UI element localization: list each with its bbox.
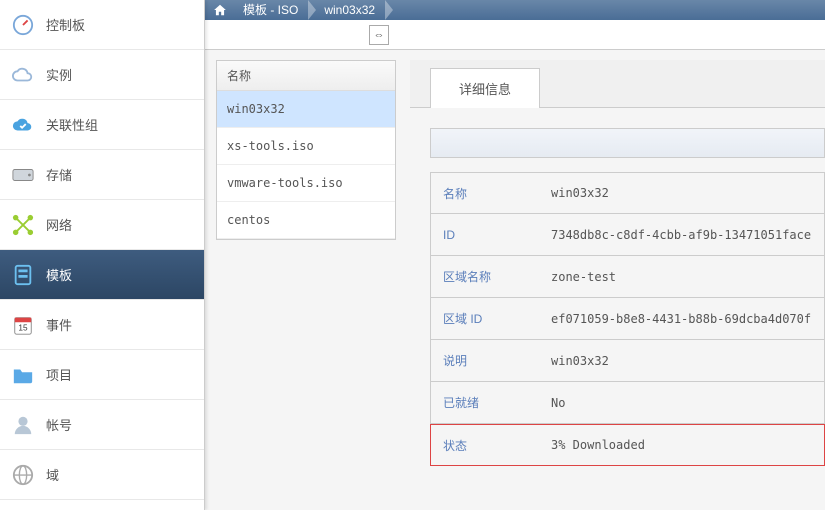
sidebar-item-network[interactable]: 网络 — [0, 200, 204, 250]
detail-value: win03x32 — [551, 354, 609, 368]
list-item[interactable]: win03x32 — [217, 91, 395, 128]
tab-details[interactable]: 详细信息 — [430, 68, 540, 108]
folder-icon — [12, 364, 34, 386]
sidebar-item-templates[interactable]: 模板 — [0, 250, 204, 300]
sidebar-item-label: 网络 — [46, 215, 72, 234]
detail-label: ID — [431, 228, 551, 242]
detail-row-zonename: 区域名称 zone-test — [430, 256, 825, 298]
detail-value: 3% Downloaded — [551, 438, 645, 452]
network-icon — [12, 214, 34, 236]
home-icon[interactable] — [205, 3, 235, 17]
detail-row-desc: 说明 win03x32 — [430, 340, 825, 382]
list-panel: 名称 win03x32 xs-tools.iso vmware-tools.is… — [216, 60, 396, 240]
sidebar-item-affinity[interactable]: 关联性组 — [0, 100, 204, 150]
detail-row-status: 状态 3% Downloaded — [430, 424, 825, 466]
breadcrumb: 模板 - ISO win03x32 — [205, 0, 825, 20]
drive-icon — [12, 164, 34, 186]
breadcrumb-seg-2[interactable]: win03x32 — [316, 0, 393, 20]
list-item[interactable]: vmware-tools.iso — [217, 165, 395, 202]
filter-row — [430, 128, 825, 158]
sidebar-item-label: 控制板 — [46, 15, 85, 34]
list-item[interactable]: xs-tools.iso — [217, 128, 395, 165]
detail-label: 区域名称 — [431, 268, 551, 285]
detail-row-id: ID 7348db8c-c8df-4cbb-af9b-13471051face — [430, 214, 825, 256]
sidebar-item-accounts[interactable]: 帐号 — [0, 400, 204, 450]
sidebar: 控制板 实例 关联性组 存储 网络 模板 15 事件 项目 帐号 域 — [0, 0, 205, 510]
sidebar-item-label: 事件 — [46, 315, 72, 334]
detail-value: ef071059-b8e8-4431-b88b-69dcba4d070f — [551, 312, 811, 326]
gauge-icon — [12, 14, 34, 36]
user-icon — [12, 414, 34, 436]
globe-icon — [12, 464, 34, 486]
detail-row-name: 名称 win03x32 — [430, 172, 825, 214]
sidebar-item-label: 帐号 — [46, 415, 72, 434]
sidebar-item-domains[interactable]: 域 — [0, 450, 204, 500]
sidebar-item-label: 存储 — [46, 165, 72, 184]
detail-value: No — [551, 396, 565, 410]
detail-label: 名称 — [431, 185, 551, 202]
detail-panel: 详细信息 名称 win03x32 ID 7348db8c-c8df-4cbb-a… — [410, 60, 825, 510]
detail-label: 说明 — [431, 352, 551, 369]
sidebar-item-dashboard[interactable]: 控制板 — [0, 0, 204, 50]
svg-text:15: 15 — [18, 323, 28, 332]
sidebar-item-label: 模板 — [46, 265, 72, 284]
list-header-name[interactable]: 名称 — [217, 61, 395, 91]
detail-row-ready: 已就绪 No — [430, 382, 825, 424]
sidebar-item-label: 域 — [46, 465, 59, 484]
expand-icon[interactable]: ⇔ — [369, 25, 389, 45]
template-icon — [12, 264, 34, 286]
sidebar-item-label: 关联性组 — [46, 115, 98, 134]
detail-value: 7348db8c-c8df-4cbb-af9b-13471051face — [551, 228, 811, 242]
detail-label: 已就绪 — [431, 394, 551, 411]
list-item[interactable]: centos — [217, 202, 395, 239]
toolbar: ⇔ — [205, 20, 825, 50]
calendar-icon: 15 — [12, 314, 34, 336]
detail-row-zoneid: 区域 ID ef071059-b8e8-4431-b88b-69dcba4d07… — [430, 298, 825, 340]
detail-table: 名称 win03x32 ID 7348db8c-c8df-4cbb-af9b-1… — [430, 172, 825, 466]
detail-label: 状态 — [431, 437, 551, 454]
sidebar-item-projects[interactable]: 项目 — [0, 350, 204, 400]
detail-value: win03x32 — [551, 186, 609, 200]
breadcrumb-seg-1[interactable]: 模板 - ISO — [235, 0, 316, 20]
sidebar-item-label: 实例 — [46, 65, 72, 84]
sidebar-item-storage[interactable]: 存储 — [0, 150, 204, 200]
tab-bar: 详细信息 — [410, 60, 825, 108]
detail-label: 区域 ID — [431, 310, 551, 327]
sidebar-item-events[interactable]: 15 事件 — [0, 300, 204, 350]
sidebar-item-instances[interactable]: 实例 — [0, 50, 204, 100]
cloud-icon — [12, 64, 34, 86]
detail-value: zone-test — [551, 270, 616, 284]
cloud-sync-icon — [12, 114, 34, 136]
sidebar-item-label: 项目 — [46, 365, 72, 384]
